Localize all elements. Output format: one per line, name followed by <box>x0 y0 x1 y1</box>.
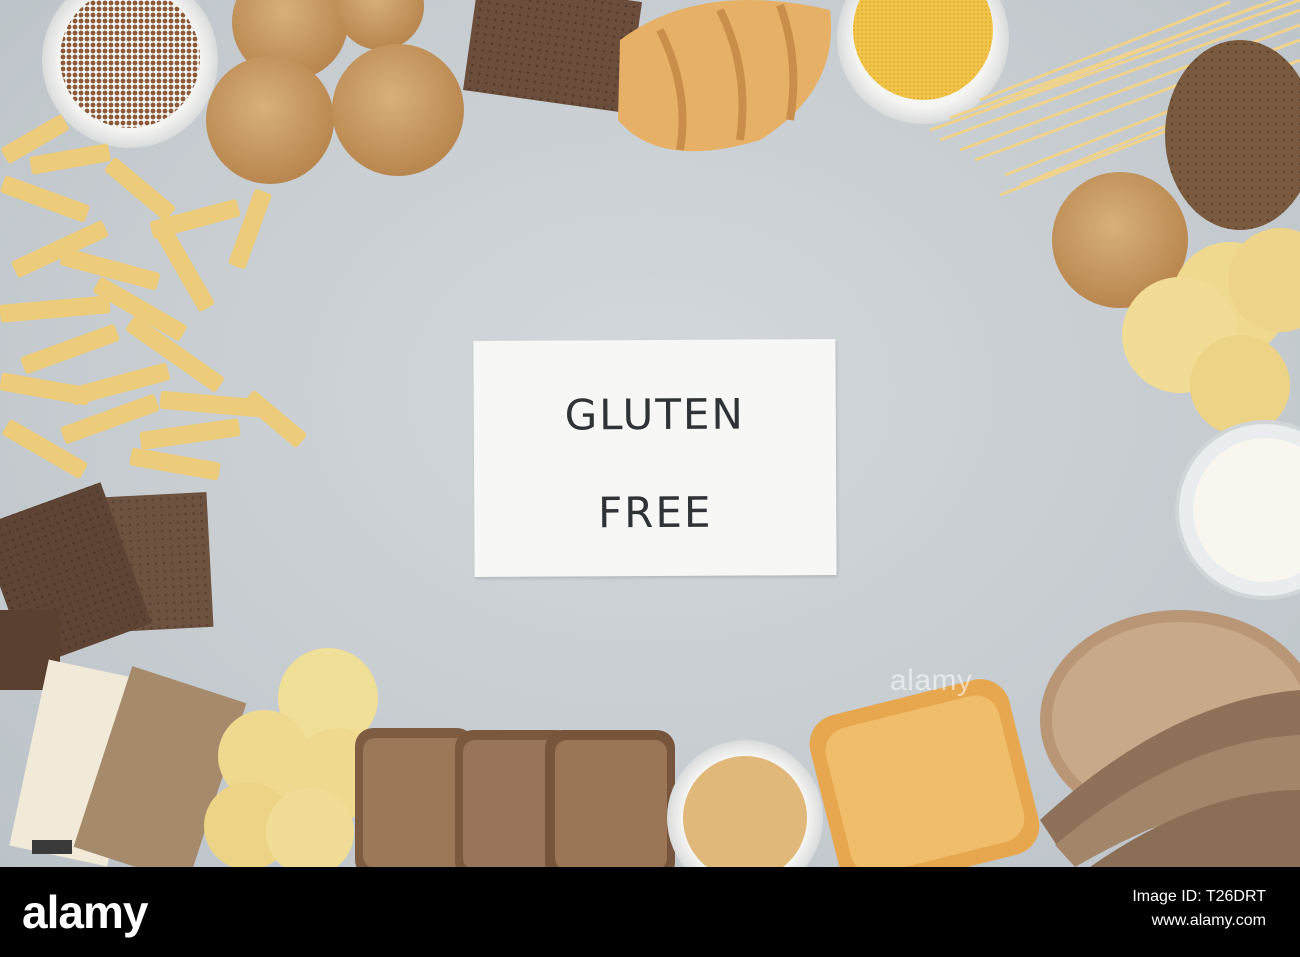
rice-bowl <box>1175 420 1300 600</box>
chickpea-bowl <box>667 740 823 867</box>
buckwheat-bowl <box>42 0 218 148</box>
bread-slices-bottom <box>355 728 675 867</box>
card-line-1: GLUTEN <box>564 389 746 440</box>
oat-cookies-top <box>206 0 464 184</box>
watermark: alamy <box>890 664 973 697</box>
image-meta: Image ID: T26DRT www.alamy.com <box>1132 885 1266 933</box>
image-id: Image ID: T26DRT <box>1132 888 1266 905</box>
crispbread-left <box>0 482 214 690</box>
photo: GLUTEN FREE alamy <box>0 0 1300 867</box>
card-line-2: FREE <box>597 487 713 538</box>
focaccia <box>809 679 1040 867</box>
alamy-logo: alamy <box>22 886 148 938</box>
sourdough-loaf <box>1040 610 1300 867</box>
gluten-free-card: GLUTEN FREE <box>473 339 837 577</box>
crispbread-top <box>463 0 642 114</box>
site-url: www.alamy.com <box>1151 912 1266 929</box>
pastry-top <box>618 0 832 152</box>
footer-bar: alamy Image ID: T26DRT www.alamy.com <box>0 867 1300 957</box>
